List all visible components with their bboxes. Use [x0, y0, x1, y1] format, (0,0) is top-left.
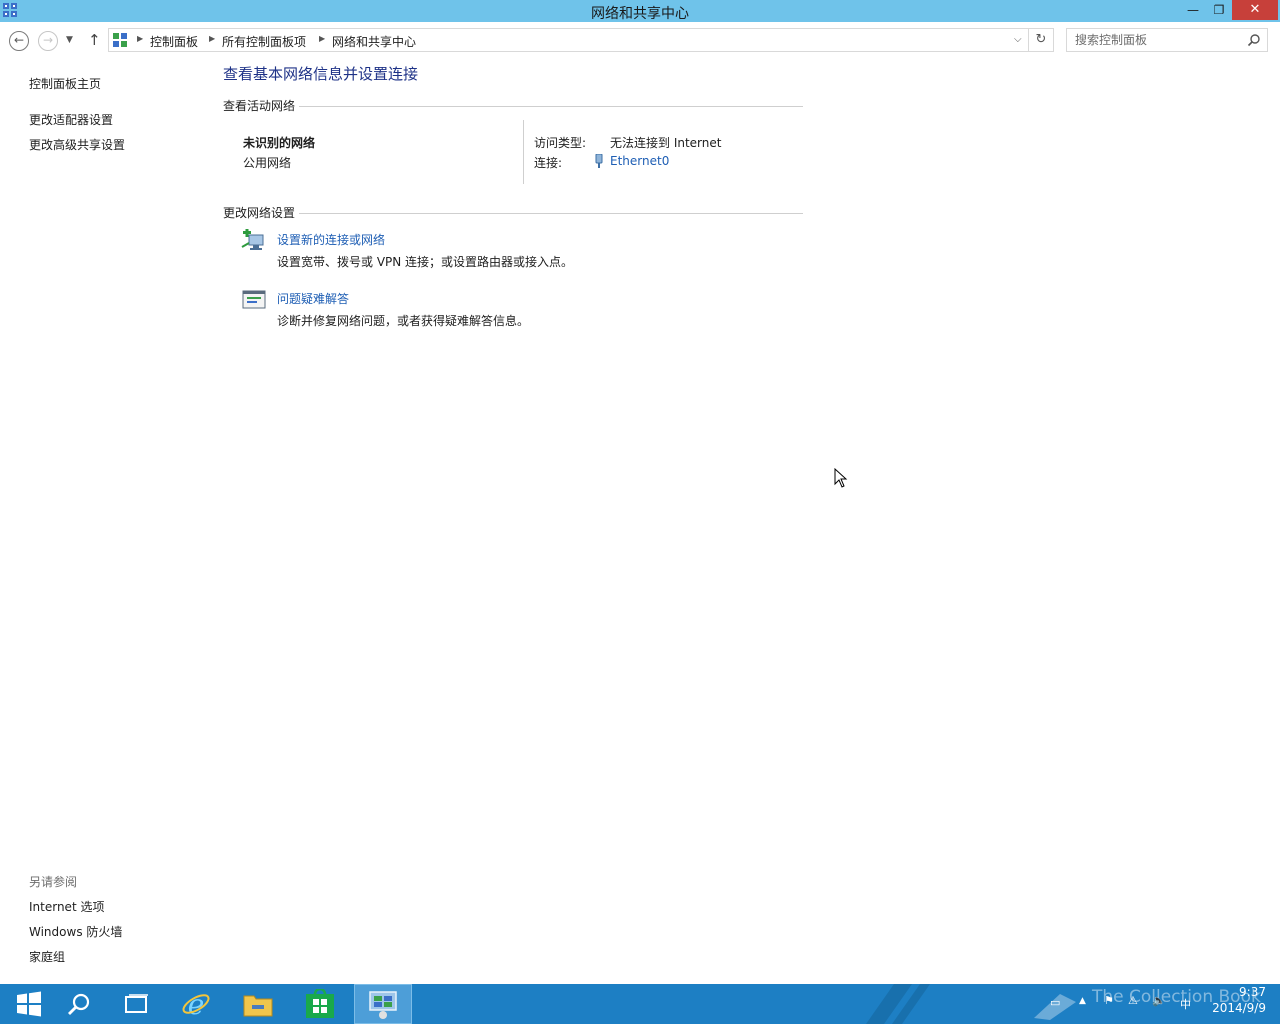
breadcrumb-all-items[interactable]: 所有控制面板项 — [222, 33, 306, 50]
breadcrumb-network-center[interactable]: 网络和共享中心 — [332, 33, 416, 50]
control-panel-taskbar-button[interactable] — [354, 984, 412, 1024]
search-box[interactable] — [1066, 28, 1268, 52]
search-input[interactable] — [1075, 32, 1240, 48]
page-title: 查看基本网络信息并设置连接 — [223, 65, 419, 83]
see-also-windows-firewall[interactable]: Windows 防火墙 — [29, 923, 122, 940]
network-warning-icon[interactable]: ⚠ — [1128, 994, 1138, 1007]
show-hidden-icons-icon[interactable]: ▲ — [1079, 996, 1086, 1006]
connection-ethernet-link[interactable]: Ethernet0 — [610, 154, 669, 168]
clock-time: 9:37 — [1239, 985, 1266, 999]
sidebar-control-panel-home[interactable]: 控制面板主页 — [29, 75, 101, 92]
see-also-internet-options[interactable]: Internet 选项 — [29, 898, 104, 915]
new-connection-icon[interactable] — [241, 229, 267, 253]
window-title: 网络和共享中心 — [591, 6, 689, 22]
section-divider — [299, 213, 803, 214]
breadcrumb-control-panel[interactable]: 控制面板 — [150, 33, 198, 50]
address-dropdown-icon[interactable]: ⌵ — [1014, 34, 1022, 45]
flag-icon[interactable]: ⚑ — [1104, 994, 1114, 1007]
ethernet-icon — [595, 154, 603, 168]
access-type-value: 无法连接到 Internet — [610, 136, 722, 150]
close-button[interactable]: ✕ — [1232, 0, 1278, 20]
internet-explorer-button[interactable]: e — [167, 984, 225, 1024]
see-also-heading: 另请参阅 — [29, 875, 78, 889]
network-divider — [523, 120, 524, 184]
sidebar-change-sharing-settings[interactable]: 更改高级共享设置 — [29, 136, 125, 153]
connection-label: 连接: — [534, 156, 563, 170]
restore-button[interactable]: ❐ — [1206, 0, 1232, 20]
navigation-bar: ← → ▼ ↑ ▶ 控制面板 ▶ 所有控制面板项 ▶ 网络和共享中心 ⌵ ↻ — [0, 22, 1280, 58]
troubleshoot-icon[interactable] — [241, 288, 267, 312]
section-divider — [299, 106, 803, 107]
setup-new-connection-link[interactable]: 设置新的连接或网络 — [277, 231, 385, 248]
file-explorer-button[interactable] — [229, 984, 287, 1024]
file-explorer-icon — [243, 995, 273, 1017]
control-panel-icon — [369, 991, 397, 1019]
address-bar[interactable]: ▶ 控制面板 ▶ 所有控制面板项 ▶ 网络和共享中心 ⌵ — [108, 28, 1029, 52]
store-button[interactable] — [291, 984, 349, 1024]
mouse-cursor-icon — [834, 468, 848, 488]
recent-locations-chevron-icon[interactable]: ▼ — [66, 35, 73, 45]
taskbar-search-button[interactable] — [50, 984, 108, 1024]
search-icon[interactable] — [1247, 33, 1261, 47]
access-type-label: 访问类型: — [534, 136, 587, 150]
title-bar: 网络和共享中心 — ❐ ✕ — [0, 0, 1280, 22]
breadcrumb-separator-icon[interactable]: ▶ — [209, 34, 215, 43]
volume-icon[interactable]: 🔈 — [1152, 994, 1166, 1007]
clock[interactable]: 9:37 2014/9/9 — [1196, 984, 1266, 1016]
setup-new-connection-description: 设置宽带、拨号或 VPN 连接；或设置路由器或接入点。 — [277, 255, 574, 269]
change-settings-heading: 更改网络设置 — [223, 206, 296, 220]
task-view-button[interactable] — [108, 984, 166, 1024]
internet-explorer-icon: e — [182, 989, 210, 1019]
refresh-button[interactable]: ↻ — [1029, 28, 1054, 52]
control-panel-icon — [113, 33, 127, 47]
sidebar-change-adapter-settings[interactable]: 更改适配器设置 — [29, 111, 113, 128]
taskbar: e The Collection Book ▭ ▲ ⚑ ⚠ 🔈 中 9:37 2… — [0, 984, 1280, 1024]
breadcrumb-separator-icon[interactable]: ▶ — [137, 34, 143, 43]
forward-button[interactable]: → — [38, 31, 58, 51]
network-type: 公用网络 — [243, 156, 292, 170]
action-center-icon[interactable]: ▭ — [1050, 996, 1060, 1009]
task-view-icon — [125, 994, 148, 1013]
breadcrumb-separator-icon[interactable]: ▶ — [319, 34, 325, 43]
store-icon — [306, 989, 334, 1018]
clock-date: 2014/9/9 — [1212, 1001, 1266, 1015]
minimize-button[interactable]: — — [1180, 0, 1206, 20]
troubleshoot-description: 诊断并修复网络问题，或者获得疑难解答信息。 — [277, 314, 530, 328]
start-icon — [17, 991, 41, 1017]
troubleshoot-link[interactable]: 问题疑难解答 — [277, 290, 349, 307]
up-arrow-icon[interactable]: ↑ — [88, 31, 101, 49]
see-also-homegroup[interactable]: 家庭组 — [29, 948, 65, 965]
active-networks-heading: 查看活动网络 — [223, 99, 296, 113]
network-name: 未识别的网络 — [243, 136, 316, 150]
svg-text:e: e — [188, 989, 205, 1019]
ime-indicator[interactable]: 中 — [1180, 996, 1191, 1012]
back-button[interactable]: ← — [9, 31, 29, 51]
search-icon — [68, 993, 90, 1015]
